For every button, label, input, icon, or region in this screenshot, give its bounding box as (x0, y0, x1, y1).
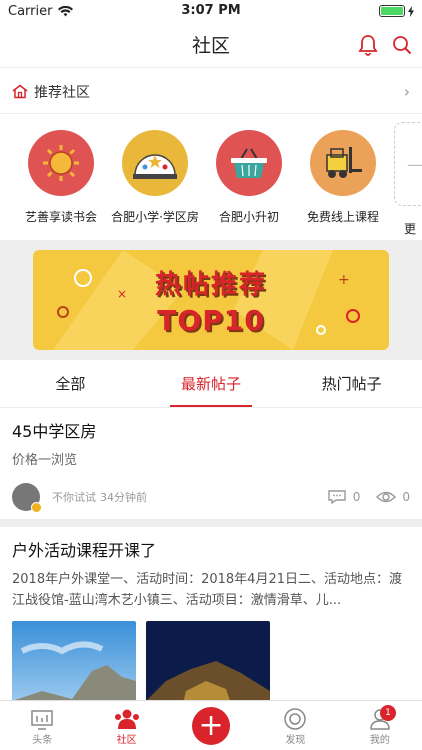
tab-label: 头条 (32, 735, 53, 746)
tab-label: 社区 (116, 735, 137, 746)
community-item[interactable]: 艺善享读书会 (14, 130, 108, 240)
tab-label: 我的 (369, 735, 390, 746)
community-name: 艺善享读书会 (24, 210, 97, 224)
community-avatar (216, 130, 282, 196)
community-icon (114, 709, 139, 729)
headlines-icon (31, 710, 53, 730)
post-time: 34分钟前 (100, 491, 147, 504)
post-title: 45中学区房 (12, 422, 97, 441)
basket-icon (231, 148, 267, 178)
tab-discover[interactable]: 发现 (253, 701, 337, 750)
community-avatar (122, 130, 188, 196)
verified-badge-icon (31, 502, 42, 513)
tab-label: 发现 (285, 735, 306, 746)
page-title: 社区 (191, 35, 230, 57)
tab-hot-posts[interactable]: 热门帖子 (281, 360, 422, 407)
recommend-header[interactable]: 推荐社区 › (0, 70, 422, 114)
banner-top10: TOP10 (157, 304, 265, 337)
community-item[interactable]: 合肥小升初 (202, 130, 296, 240)
chevron-right-icon: › (403, 82, 410, 101)
tab-all[interactable]: 全部 (0, 360, 141, 407)
helmet-icon (133, 154, 177, 179)
community-avatar (28, 130, 94, 196)
post-card[interactable]: 45中学区房 价格一浏览 不你试试 34分钟前 0 0 (0, 408, 422, 513)
recommend-label: 推荐社区 (34, 84, 90, 101)
comment-icon[interactable] (327, 489, 347, 505)
tab-create-post[interactable]: + (169, 701, 253, 750)
battery-icon (379, 5, 405, 17)
post-meta: 不你试试 34分钟前 0 0 (12, 481, 410, 513)
minus-icon: — (407, 154, 422, 174)
clock: 3:07 PM (181, 3, 241, 18)
bell-icon[interactable] (358, 34, 378, 56)
search-icon[interactable] (392, 34, 412, 56)
community-item[interactable]: 免费线上课程 (296, 130, 390, 240)
community-name: 免费线上课程 (306, 210, 379, 224)
nav-actions (358, 34, 412, 56)
community-item[interactable]: 合肥小学·学区房 (108, 130, 202, 240)
discover-icon (284, 708, 307, 730)
status-bar: Carrier 3:07 PM (0, 0, 422, 22)
community-list: 艺善享读书会 合肥小学·学区房 合肥小升初 免费线上课程 — 更 (0, 114, 422, 240)
eye-icon (376, 491, 397, 503)
sun-icon (43, 145, 79, 181)
view-count: 0 (402, 490, 410, 504)
comment-count: 0 (352, 490, 361, 504)
forklift-icon (326, 147, 362, 178)
community-name: 合肥小升初 (218, 210, 279, 224)
post-title: 户外活动课程开课了 (12, 541, 157, 560)
post-description: 价格一浏览 (12, 453, 78, 468)
tab-latest-posts[interactable]: 最新帖子 (141, 360, 282, 407)
tab-headlines[interactable]: 头条 (0, 701, 84, 750)
divider (0, 519, 422, 527)
avatar[interactable] (12, 483, 42, 513)
tab-profile[interactable]: 1 我的 (338, 701, 422, 750)
plus-icon[interactable]: + (192, 707, 231, 745)
post-description: 2018年户外课堂一、活动时间：2018年4月21日二、活动地点：渡江战役馆-蓝… (12, 572, 402, 608)
post-author: 不你试试 (52, 491, 96, 504)
tab-community[interactable]: 社区 (84, 701, 168, 750)
notification-badge: 1 (380, 705, 397, 721)
more-communities-label: 更 (403, 222, 416, 236)
hot-posts-banner[interactable]: + × 热帖推荐 TOP10 (33, 250, 389, 350)
community-avatar (310, 130, 376, 196)
banner-section: + × 热帖推荐 TOP10 (0, 240, 422, 360)
bottom-tab-bar: 头条 社区 + 发现 1 我的 (0, 700, 422, 750)
home-icon (12, 84, 28, 99)
banner-heading: 热帖推荐 (154, 270, 267, 300)
nav-bar: 社区 (0, 22, 422, 68)
more-communities-card[interactable]: — (394, 122, 422, 206)
post-stats: 0 0 (327, 489, 410, 505)
post-tabs: 全部 最新帖子 热门帖子 (0, 360, 422, 408)
community-name: 合肥小学·学区房 (111, 210, 199, 224)
